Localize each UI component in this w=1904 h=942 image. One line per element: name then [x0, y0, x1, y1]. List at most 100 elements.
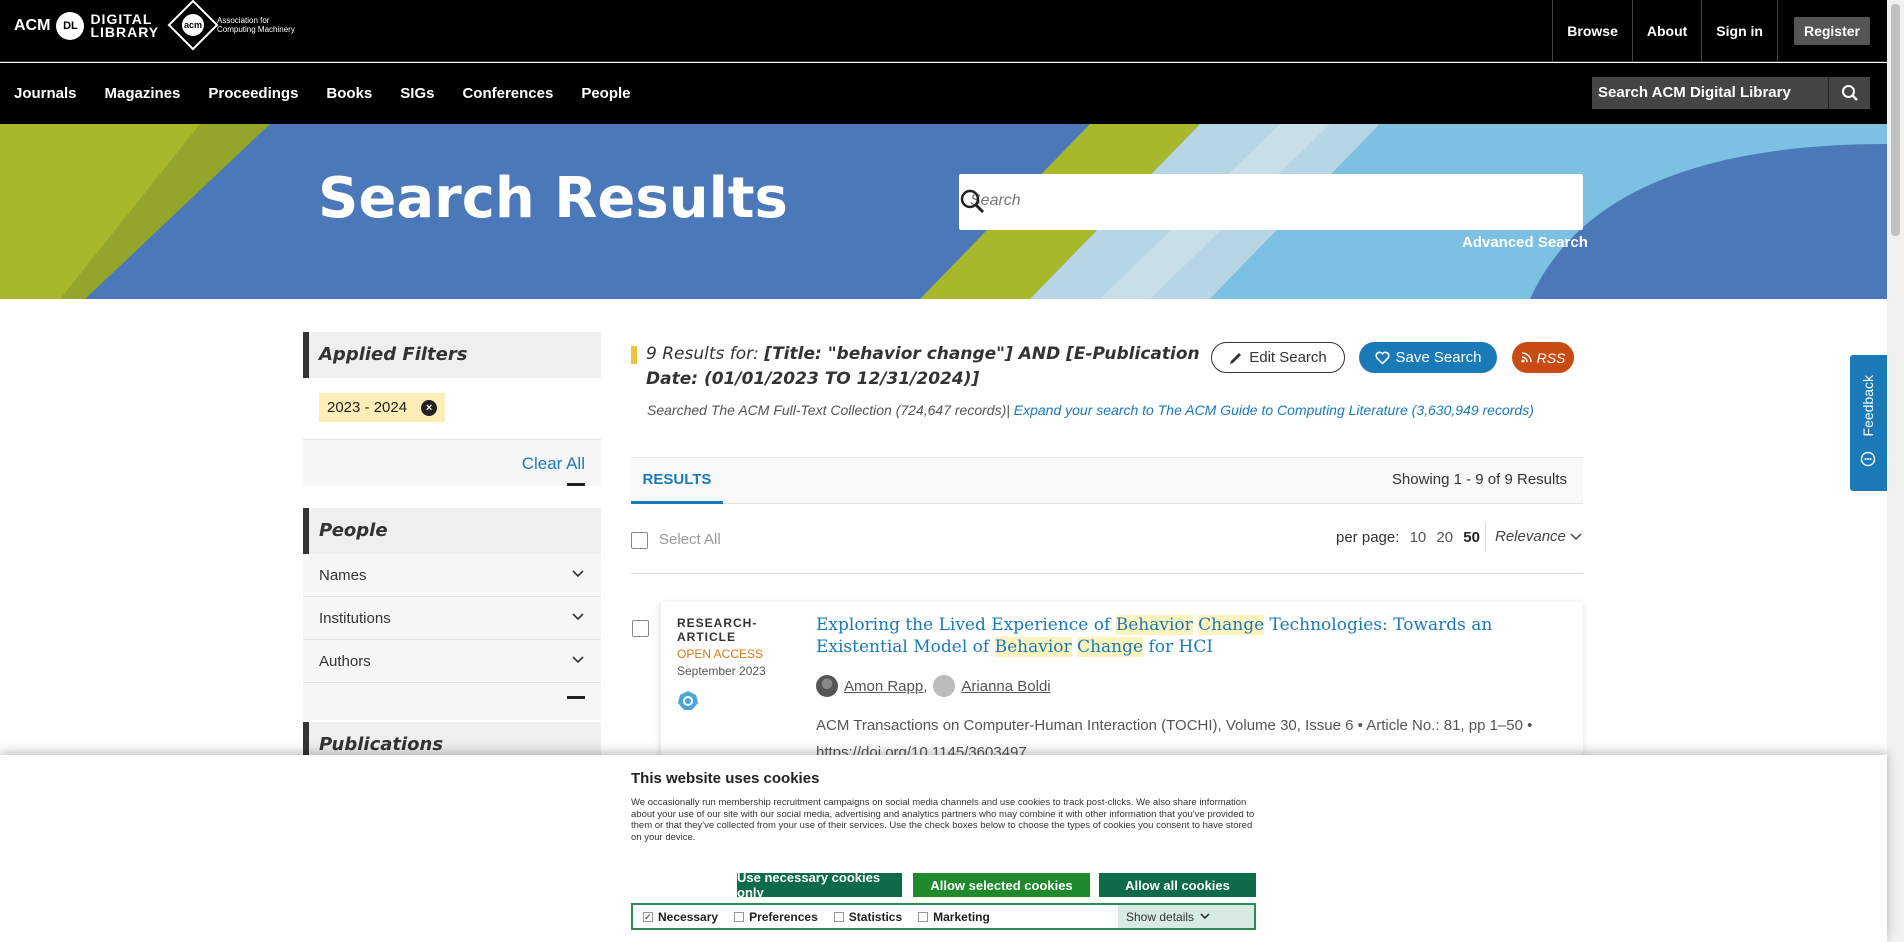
filter-chip-label: 2023 - 2024	[327, 399, 408, 416]
about-link[interactable]: About	[1631, 0, 1701, 62]
collapse-icon[interactable]	[567, 696, 585, 699]
accordion-institutions[interactable]: Institutions	[303, 597, 601, 640]
rss-icon	[1521, 352, 1532, 363]
scrollbar-thumb[interactable]	[1891, 4, 1900, 236]
sign-in-link[interactable]: Sign in	[1701, 0, 1777, 62]
cookie-text: We occasionally run membership recruitme…	[631, 797, 1255, 843]
option-label: Marketing	[933, 909, 990, 924]
advanced-search-link[interactable]: Advanced Search	[1462, 234, 1588, 251]
checkbox-checked-icon: ✓	[643, 911, 653, 922]
checkbox-icon[interactable]	[833, 911, 844, 922]
title-highlight: Behavior	[1115, 615, 1193, 635]
clear-all-link[interactable]: Clear All	[522, 454, 585, 474]
top-nav: Browse About Sign in Register	[1552, 0, 1870, 62]
heart-icon	[1374, 351, 1390, 365]
checkbox-icon[interactable]	[734, 911, 745, 922]
page-title: Search Results	[318, 166, 788, 231]
per-page-10[interactable]: 10	[1410, 529, 1427, 546]
title-part: for HCI	[1143, 637, 1214, 657]
result-checkbox[interactable]	[632, 620, 649, 637]
acm-diamond-icon: acm	[167, 0, 219, 51]
filter-chip[interactable]: 2023 - 2024 ×	[319, 393, 446, 422]
acm-dl-logo[interactable]: ACM DL DIGITAL LIBRARY	[14, 12, 159, 40]
filter-sidebar: Applied Filters 2023 - 2024 × Clear All …	[303, 332, 601, 768]
sort-dropdown[interactable]: Relevance	[1495, 528, 1582, 545]
accordion-label: Authors	[319, 653, 371, 670]
results-for-label: Results for:	[662, 344, 759, 364]
allow-all-button[interactable]: Allow all cookies	[1090, 873, 1256, 897]
chevron-down-icon	[572, 570, 584, 578]
page-scrollbar[interactable]	[1887, 0, 1904, 942]
controls-divider	[1485, 522, 1486, 552]
result-title[interactable]: Exploring the Lived Experience of Behavi…	[816, 614, 1536, 658]
cookie-option-preferences[interactable]: Preferences	[734, 910, 818, 924]
rss-button[interactable]: RSS	[1512, 342, 1574, 373]
top-header: ACM DL DIGITAL LIBRARY acm Association f…	[0, 0, 1887, 62]
cookie-options: ✓ Necessary Preferences Statistics Market…	[631, 903, 1256, 930]
people-heading: People	[303, 508, 601, 554]
clear-all-row: Clear All	[303, 440, 601, 486]
main-nav: Journals Magazines Proceedings Books SIG…	[0, 63, 1887, 124]
hero-search-input[interactable]: Search	[959, 174, 1583, 230]
pencil-icon	[1230, 352, 1242, 364]
edit-search-button[interactable]: Edit Search	[1211, 342, 1345, 373]
search-icon[interactable]	[959, 188, 985, 214]
accordion-authors[interactable]: Authors	[303, 640, 601, 683]
necessary-cookies-button[interactable]: Use necessary cookies only	[737, 870, 902, 900]
results-controls: Select All per page: 10 20 50 Relevance	[631, 504, 1583, 574]
browse-link[interactable]: Browse	[1552, 0, 1632, 62]
close-icon[interactable]: ×	[421, 399, 438, 416]
author-link[interactable]: Amon Rapp,	[844, 678, 927, 695]
per-page-20[interactable]: 20	[1436, 529, 1453, 546]
sort-label: Relevance	[1495, 528, 1566, 545]
acm-association-logo[interactable]: acm Association for Computing Machinery	[167, 0, 295, 51]
nav-proceedings[interactable]: Proceedings	[208, 85, 298, 102]
chevron-down-icon	[572, 613, 584, 621]
avatar	[816, 675, 838, 697]
publication-date: September 2023	[677, 664, 766, 678]
result-meta: RESEARCH-ARTICLE OPEN ACCESS September 2…	[677, 616, 807, 717]
checkbox-icon[interactable]	[918, 911, 929, 922]
search-icon	[1841, 85, 1858, 101]
rss-label: RSS	[1536, 349, 1566, 366]
association-line-1: Association for	[217, 16, 270, 25]
dl-search-button[interactable]	[1828, 77, 1870, 109]
select-all-checkbox[interactable]	[631, 532, 648, 549]
cookie-title: This website uses cookies	[631, 770, 820, 787]
searched-text: Searched The ACM Full-Text Collection (7…	[647, 402, 1010, 418]
save-search-button[interactable]: Save Search	[1359, 342, 1497, 373]
show-details-button[interactable]: Show details	[1118, 905, 1254, 928]
badge-icon[interactable]	[677, 690, 699, 712]
per-page-50[interactable]: 50	[1463, 529, 1480, 546]
hero-banner: Search Results Search Advanced Search	[0, 124, 1887, 299]
per-page-label: per page:	[1336, 529, 1400, 546]
nav-sigs[interactable]: SIGs	[400, 85, 434, 102]
results-count: 9	[646, 344, 657, 364]
results-header: 9 Results for: [Title: "behavior change"…	[631, 332, 1583, 432]
author-link[interactable]: Arianna Boldi	[961, 678, 1050, 695]
nav-journals[interactable]: Journals	[14, 85, 77, 102]
tab-results[interactable]: RESULTS	[631, 458, 723, 504]
feedback-tab[interactable]: Feedback	[1850, 355, 1887, 491]
allow-selected-button[interactable]: Allow selected cookies	[913, 873, 1090, 897]
chevron-down-icon	[1200, 913, 1210, 920]
nav-conferences[interactable]: Conferences	[462, 85, 553, 102]
edit-search-label: Edit Search	[1249, 349, 1327, 366]
title-highlight: Change	[1198, 615, 1265, 635]
nav-magazines[interactable]: Magazines	[105, 85, 181, 102]
expand-search-link[interactable]: Expand your search to The ACM Guide to C…	[1014, 402, 1534, 418]
cookie-option-statistics[interactable]: Statistics	[833, 910, 902, 924]
chevron-down-icon	[572, 656, 584, 664]
avatar	[933, 675, 956, 697]
hero-background	[0, 124, 1887, 299]
save-search-label: Save Search	[1395, 349, 1482, 366]
register-button[interactable]: Register	[1793, 17, 1870, 45]
collapse-icon[interactable]	[567, 483, 585, 486]
cookie-option-marketing[interactable]: Marketing	[918, 910, 990, 924]
show-details-label: Show details	[1126, 909, 1195, 924]
nav-books[interactable]: Books	[326, 85, 372, 102]
accordion-names[interactable]: Names	[303, 554, 601, 597]
nav-people[interactable]: People	[581, 85, 630, 102]
select-all-label[interactable]: Select All	[659, 531, 721, 548]
dl-search-input[interactable]: Search ACM Digital Library	[1592, 77, 1828, 109]
